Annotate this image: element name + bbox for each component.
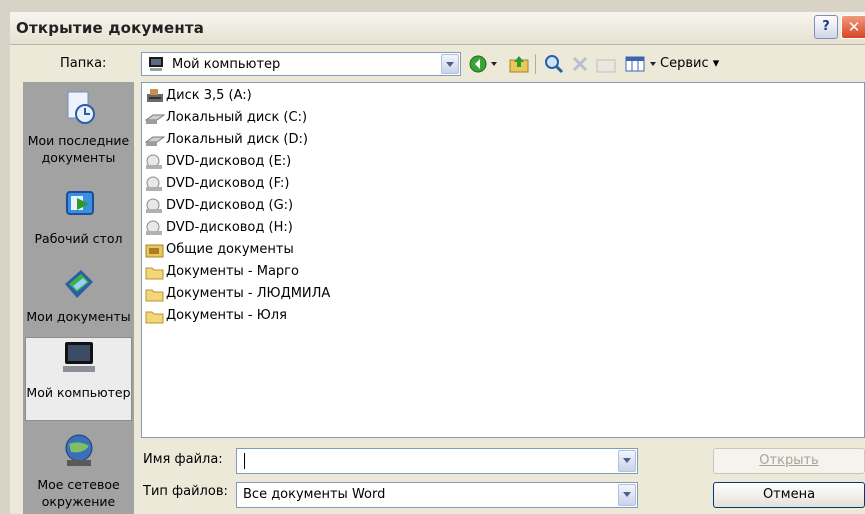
text-cursor [244,453,245,469]
floppy-drive-icon [147,89,163,102]
open-document-dialog: Открытие документа ? ✕ Папка: Мой компью… [10,12,865,514]
place-recent-documents[interactable]: Мои последние документы [23,88,134,166]
chevron-down-icon[interactable] [618,450,636,472]
place-label: Мой компьютер [26,385,131,400]
dvd-drive-icon [146,220,162,235]
folder-label: Папка: [60,56,107,71]
folder-icon [145,267,164,280]
dvd-drive-icon [146,198,162,213]
place-label: Мои документы [26,309,131,324]
new-folder-icon[interactable] [595,53,617,75]
place-network[interactable]: Мое сетевое окружение [23,432,134,510]
delete-icon[interactable] [570,53,590,75]
filetype-select[interactable]: Все документы Word [236,482,638,508]
my-computer-icon [62,342,95,372]
folder-value: Мой компьютер [172,57,281,72]
place-desktop[interactable]: Рабочий стол [23,186,134,247]
toolbar-separator [535,54,536,74]
close-icon: ✕ [847,18,861,36]
item-label: DVD-дисковод (E:) [166,154,292,169]
back-dropdown-icon[interactable] [491,62,497,66]
chevron-down-icon[interactable] [441,54,459,74]
item-label: DVD-дисковод (G:) [166,198,294,213]
folder-icon [145,311,164,324]
help-button[interactable]: ? [814,15,838,39]
dvd-drive-icon [146,176,162,191]
search-web-icon[interactable] [543,53,565,75]
filename-input[interactable] [236,448,638,474]
service-label: Сервис [660,56,709,71]
my-documents-icon [64,270,93,298]
item-label: Документы - ЛЮДМИЛА [166,286,331,301]
item-label: Документы - Юля [166,308,287,323]
item-label: DVD-дисковод (F:) [166,176,290,191]
help-icon: ? [822,19,830,34]
place-my-computer[interactable]: Мой компьютер [25,337,132,421]
filetype-value: Все документы Word [243,487,386,502]
place-label: Мое сетевое окружение [37,477,120,509]
folder-select[interactable]: Мой компьютер [141,52,461,76]
folder-icon [145,289,164,302]
service-menu[interactable]: Сервис ▾ [660,56,719,71]
open-label: Открыть [759,453,819,468]
place-label: Мои последние документы [27,133,130,165]
item-label: Локальный диск (D:) [166,132,308,147]
cancel-label: Отмена [762,487,816,502]
open-button[interactable]: Открыть [713,448,865,474]
item-label: Локальный диск (C:) [166,110,308,125]
chevron-down-icon[interactable] [618,484,636,506]
place-my-documents[interactable]: Мои документы [23,264,134,325]
hard-disk-icon [145,114,165,124]
shared-folder-icon [145,244,164,258]
back-icon[interactable] [468,53,488,75]
views-dropdown-icon[interactable] [650,62,656,66]
item-label: Документы - Марго [166,264,299,279]
places-bar: Мои последние документы Рабочий стол Мои… [23,82,134,514]
filetype-label: Тип файлов: [143,484,228,499]
hard-disk-icon [145,136,165,146]
title-bar[interactable]: Открытие документа ? ✕ [10,12,865,45]
network-places-icon [65,434,92,466]
filename-label: Имя файла: [143,452,223,467]
desktop-icon [65,191,94,215]
recent-documents-icon [67,91,95,124]
close-button[interactable]: ✕ [841,15,865,39]
computer-small-icon [149,57,163,71]
item-label: Общие документы [166,242,294,257]
dvd-drive-icon [146,154,162,169]
up-folder-icon[interactable] [508,53,530,75]
cancel-button[interactable]: Отмена [713,482,865,508]
file-list[interactable]: Диск 3,5 (A:) Локальный диск (C:) Локаль… [141,82,865,438]
views-icon[interactable] [624,53,646,75]
item-label: Диск 3,5 (A:) [166,88,252,103]
item-label: DVD-дисковод (H:) [166,220,293,235]
place-label: Рабочий стол [34,231,123,246]
dialog-title: Открытие документа [16,19,205,37]
